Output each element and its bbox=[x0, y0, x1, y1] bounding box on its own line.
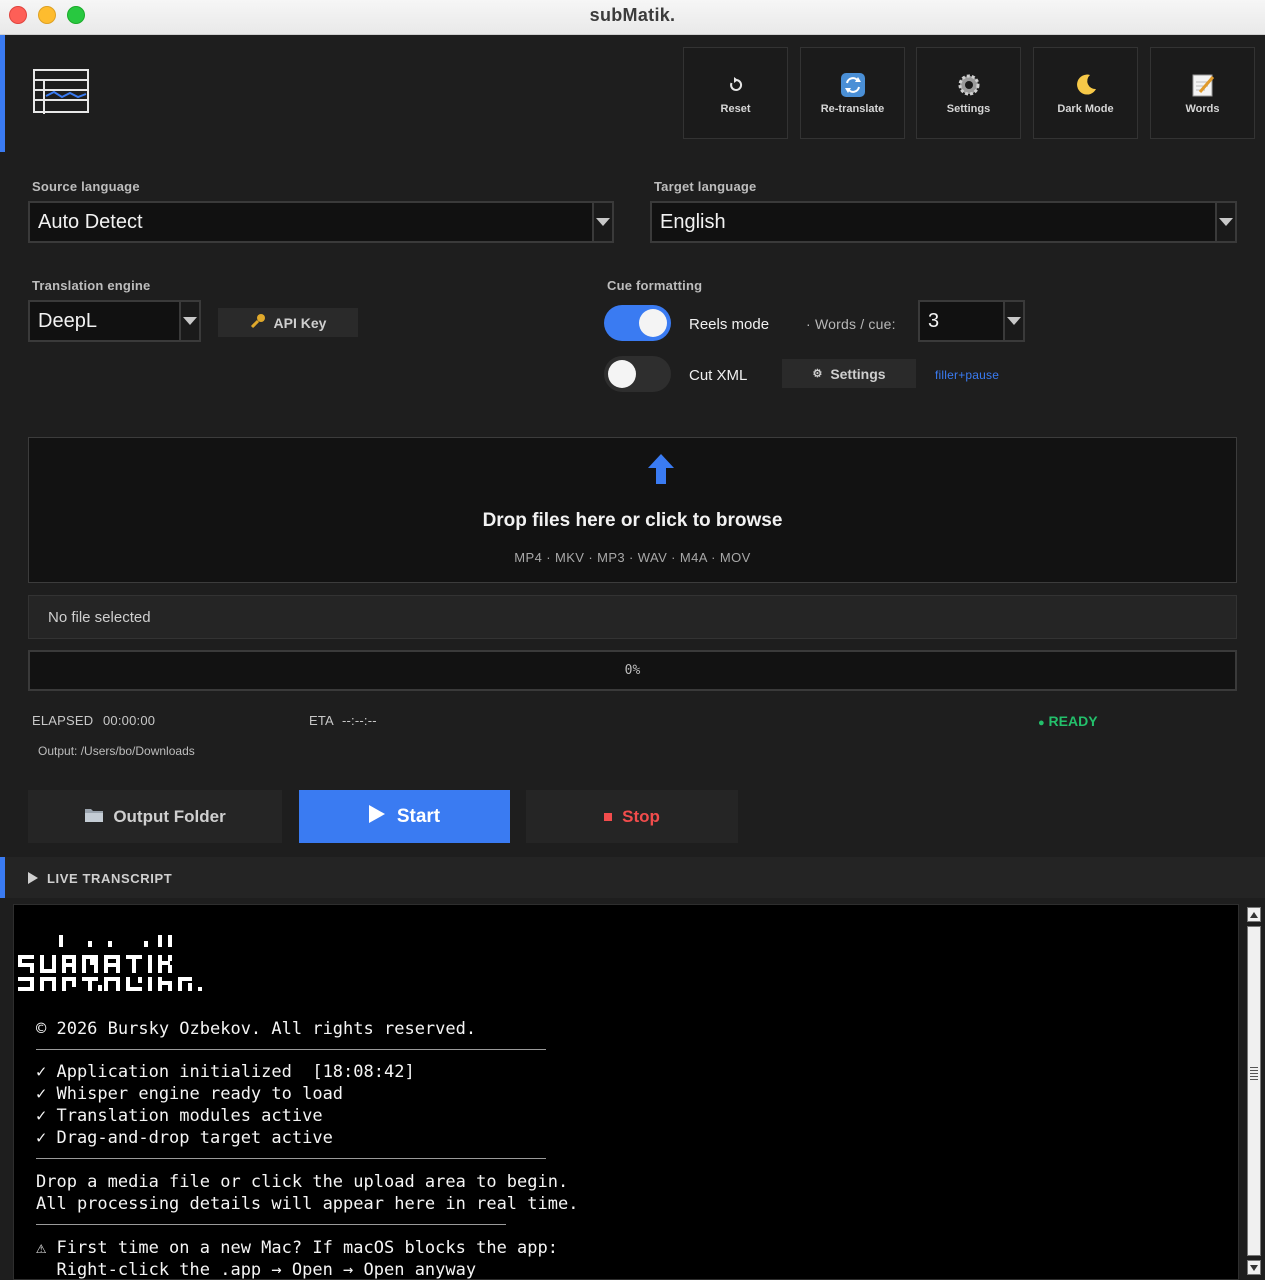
target-language-select[interactable]: English bbox=[650, 201, 1237, 243]
elapsed-label: ELAPSED bbox=[32, 713, 94, 728]
dark-mode-label: Dark Mode bbox=[1057, 103, 1114, 115]
transcript-scrollbar[interactable] bbox=[1244, 904, 1265, 1280]
app-logo-icon bbox=[32, 68, 90, 121]
reels-mode-toggle[interactable] bbox=[604, 305, 671, 341]
words-button[interactable]: Words bbox=[1150, 47, 1255, 139]
reset-label: Reset bbox=[720, 103, 751, 115]
dark-mode-button[interactable]: Dark Mode bbox=[1033, 47, 1138, 139]
retranslate-icon bbox=[840, 71, 866, 99]
console-line: Drop a media file or click the upload ar… bbox=[36, 1172, 569, 1192]
chevron-right-icon bbox=[28, 872, 38, 884]
cut-xml-label: Cut XML bbox=[689, 367, 748, 384]
status-text: READY bbox=[1048, 713, 1098, 729]
source-language-label: Source language bbox=[32, 179, 140, 194]
gear-icon bbox=[956, 71, 982, 99]
play-icon bbox=[368, 804, 385, 829]
retranslate-label: Re-translate bbox=[820, 103, 885, 115]
api-key-label: API Key bbox=[273, 314, 327, 331]
progress-bar: 0% bbox=[28, 650, 1237, 691]
key-icon bbox=[250, 313, 266, 332]
stop-label: Stop bbox=[622, 806, 660, 826]
eta-label: ETA bbox=[309, 713, 334, 728]
scrollbar-thumb[interactable] bbox=[1247, 926, 1261, 1256]
console-line: ✓ Application initialized [18:08:42] bbox=[36, 1062, 415, 1082]
cut-xml-settings-label: Settings bbox=[830, 365, 886, 382]
console-line: © 2026 Bursky Ozbekov. All rights reserv… bbox=[36, 1019, 477, 1039]
status-badge: ● READY bbox=[1038, 713, 1098, 729]
accent-bar bbox=[0, 857, 5, 898]
moon-icon bbox=[1073, 71, 1099, 99]
elapsed-value: 00:00:00 bbox=[103, 713, 156, 728]
window-title: subMatik. bbox=[589, 5, 676, 25]
start-button[interactable]: Start bbox=[299, 790, 510, 843]
reset-icon bbox=[728, 71, 744, 99]
api-key-button[interactable]: API Key bbox=[218, 308, 358, 337]
console-divider bbox=[36, 1224, 506, 1225]
notepad-icon bbox=[1190, 71, 1216, 99]
drop-zone-title: Drop files here or click to browse bbox=[482, 510, 783, 531]
words-per-cue-select[interactable]: 3 bbox=[918, 300, 1025, 342]
console-line: ⚠ First time on a new Mac? If macOS bloc… bbox=[36, 1238, 558, 1258]
file-status: No file selected bbox=[28, 595, 1237, 639]
live-transcript-label: LIVE TRANSCRIPT bbox=[47, 871, 173, 886]
status-dot-icon: ● bbox=[1038, 717, 1045, 729]
drop-zone-formats: MP4 · MKV · MP3 · WAV · M4A · MOV bbox=[514, 550, 751, 565]
reset-button[interactable]: Reset bbox=[683, 47, 788, 139]
console-divider bbox=[36, 1158, 546, 1159]
reels-mode-label: Reels mode bbox=[689, 316, 770, 333]
words-per-cue-value: 3 bbox=[928, 309, 940, 332]
gear-icon: ⚙ bbox=[812, 368, 823, 380]
output-folder-label: Output Folder bbox=[113, 806, 226, 826]
start-label: Start bbox=[396, 805, 441, 827]
console-line: Right-click the .app → Open → Open anywa… bbox=[36, 1260, 477, 1280]
folder-icon bbox=[84, 806, 104, 828]
target-language-label: Target language bbox=[654, 179, 757, 194]
translation-engine-select[interactable]: DeepL bbox=[28, 300, 201, 342]
chevron-down-icon[interactable] bbox=[179, 302, 199, 340]
settings-button[interactable]: Settings bbox=[916, 47, 1021, 139]
header: Reset Re-translate Settings Dark Mode Wo… bbox=[0, 35, 1265, 152]
output-folder-button[interactable]: Output Folder bbox=[28, 790, 282, 843]
source-language-select[interactable]: Auto Detect bbox=[28, 201, 614, 243]
words-label: Words bbox=[1185, 103, 1220, 115]
progress-percent: 0% bbox=[624, 663, 641, 678]
chevron-down-icon[interactable] bbox=[592, 203, 612, 241]
retranslate-button[interactable]: Re-translate bbox=[800, 47, 905, 139]
console-line: All processing details will appear here … bbox=[36, 1194, 579, 1214]
live-transcript-toggle[interactable]: LIVE TRANSCRIPT bbox=[0, 857, 1265, 898]
cut-xml-toggle[interactable] bbox=[604, 356, 671, 392]
filler-pause-link[interactable]: filler+pause bbox=[935, 368, 999, 382]
chevron-down-icon[interactable] bbox=[1215, 203, 1235, 241]
title-bar: subMatik. bbox=[0, 0, 1265, 35]
accent-bar bbox=[0, 35, 5, 152]
stop-icon bbox=[604, 812, 613, 821]
ascii-logo bbox=[16, 933, 206, 1000]
scroll-down-button[interactable] bbox=[1247, 1260, 1261, 1275]
cut-xml-settings-button[interactable]: ⚙ Settings bbox=[782, 359, 916, 388]
console-line: ✓ Drag-and-drop target active bbox=[36, 1128, 333, 1148]
console-line: ✓ Whisper engine ready to load bbox=[36, 1084, 344, 1104]
eta-value: --:--:-- bbox=[342, 713, 377, 728]
translation-engine-value: DeepL bbox=[38, 309, 97, 332]
chevron-down-icon[interactable] bbox=[1003, 302, 1023, 340]
output-path: Output: /Users/bo/Downloads bbox=[38, 744, 195, 758]
drop-zone[interactable]: Drop files here or click to browse MP4 ·… bbox=[28, 437, 1237, 583]
words-per-cue-label: · Words / cue: bbox=[806, 316, 896, 332]
target-language-value: English bbox=[660, 210, 726, 233]
console-divider bbox=[36, 1049, 546, 1050]
scroll-up-button[interactable] bbox=[1247, 907, 1261, 922]
upload-arrow-icon bbox=[648, 454, 674, 491]
source-language-value: Auto Detect bbox=[38, 210, 143, 233]
transcript-console[interactable]: © 2026 Bursky Ozbekov. All rights reserv… bbox=[13, 904, 1239, 1280]
settings-label: Settings bbox=[946, 103, 991, 115]
console-line: ✓ Translation modules active bbox=[36, 1106, 323, 1126]
stop-button[interactable]: Stop bbox=[526, 790, 738, 843]
translation-engine-label: Translation engine bbox=[32, 278, 151, 293]
cue-formatting-label: Cue formatting bbox=[607, 278, 703, 293]
